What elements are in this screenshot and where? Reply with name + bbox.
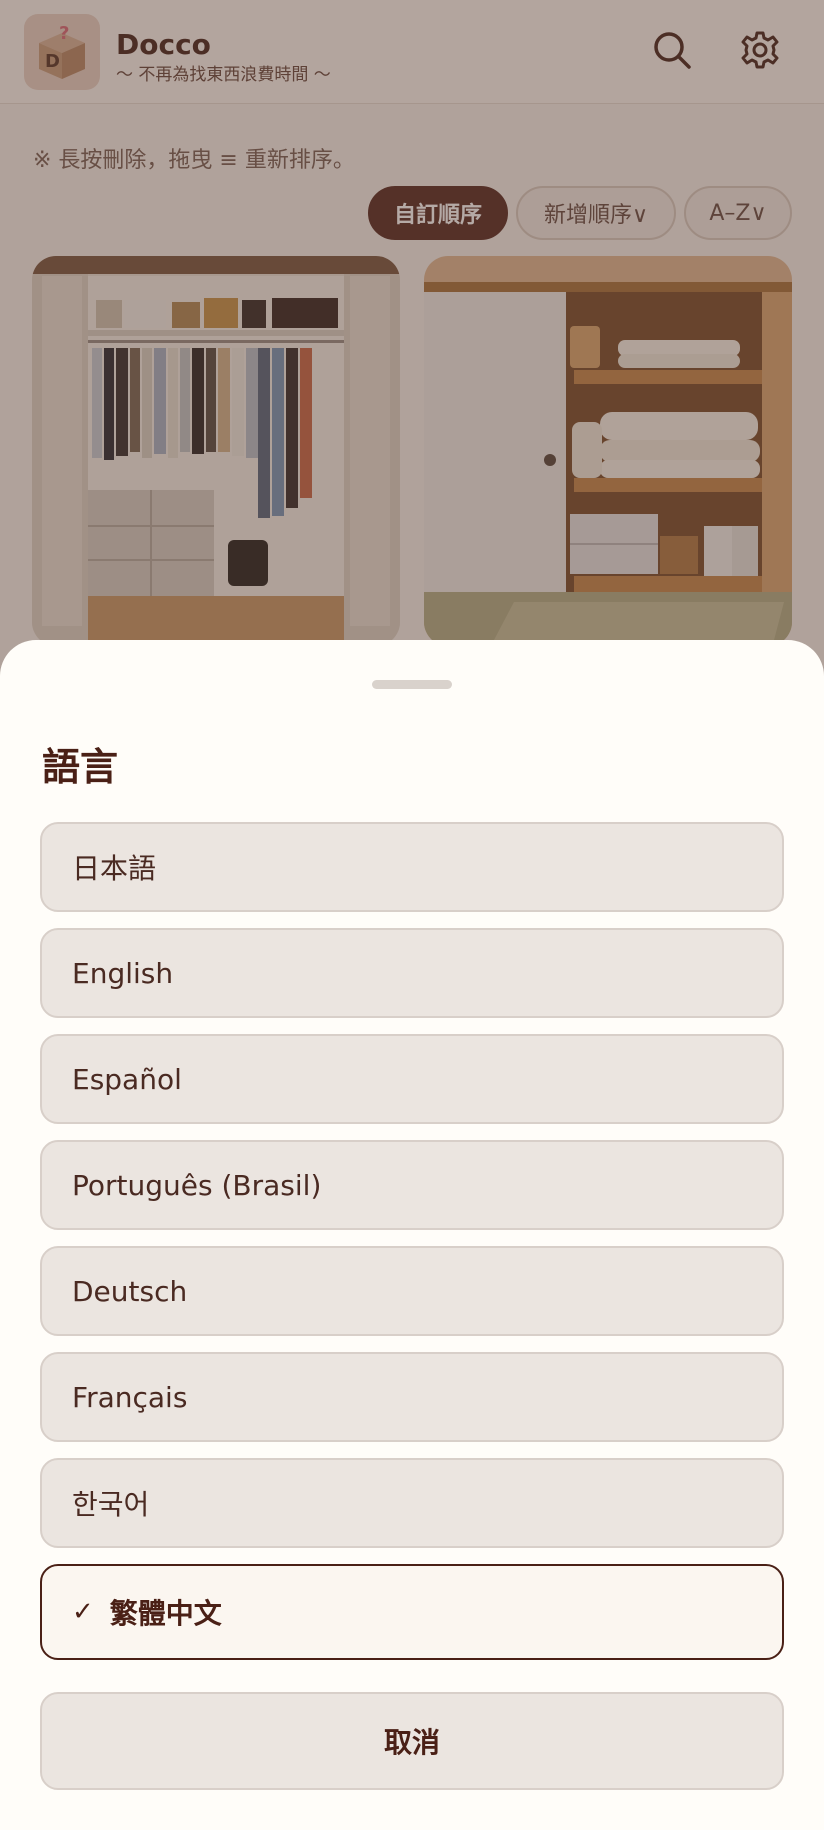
language-option-label: 한국어 <box>72 1488 150 1521</box>
language-option-de[interactable]: Deutsch <box>40 1246 784 1336</box>
sheet-title: 語言 <box>42 745 119 789</box>
language-option-label: English <box>72 956 174 990</box>
language-option-es[interactable]: Español <box>40 1034 784 1124</box>
language-option-fr[interactable]: Français <box>40 1352 784 1442</box>
language-option-label: Português (Brasil) <box>72 1168 322 1202</box>
check-icon: ✓ <box>72 1597 94 1627</box>
language-option-ko[interactable]: 한국어 <box>40 1458 784 1548</box>
language-sheet: 語言 日本語 English Español Português (Brasil… <box>0 640 824 1830</box>
language-option-label: 繁體中文 <box>109 1597 222 1630</box>
cancel-button[interactable]: 取消 <box>40 1692 784 1790</box>
language-option-ja[interactable]: 日本語 <box>40 822 784 912</box>
language-option-zh-hant[interactable]: ✓ 繁體中文 <box>40 1564 784 1660</box>
language-option-label: Français <box>72 1380 188 1414</box>
language-option-pt-br[interactable]: Português (Brasil) <box>40 1140 784 1230</box>
language-option-label: Español <box>72 1062 182 1096</box>
sheet-handle[interactable] <box>372 680 452 689</box>
language-option-en[interactable]: English <box>40 928 784 1018</box>
language-option-label: 日本語 <box>72 852 157 885</box>
language-option-label: Deutsch <box>72 1274 188 1308</box>
